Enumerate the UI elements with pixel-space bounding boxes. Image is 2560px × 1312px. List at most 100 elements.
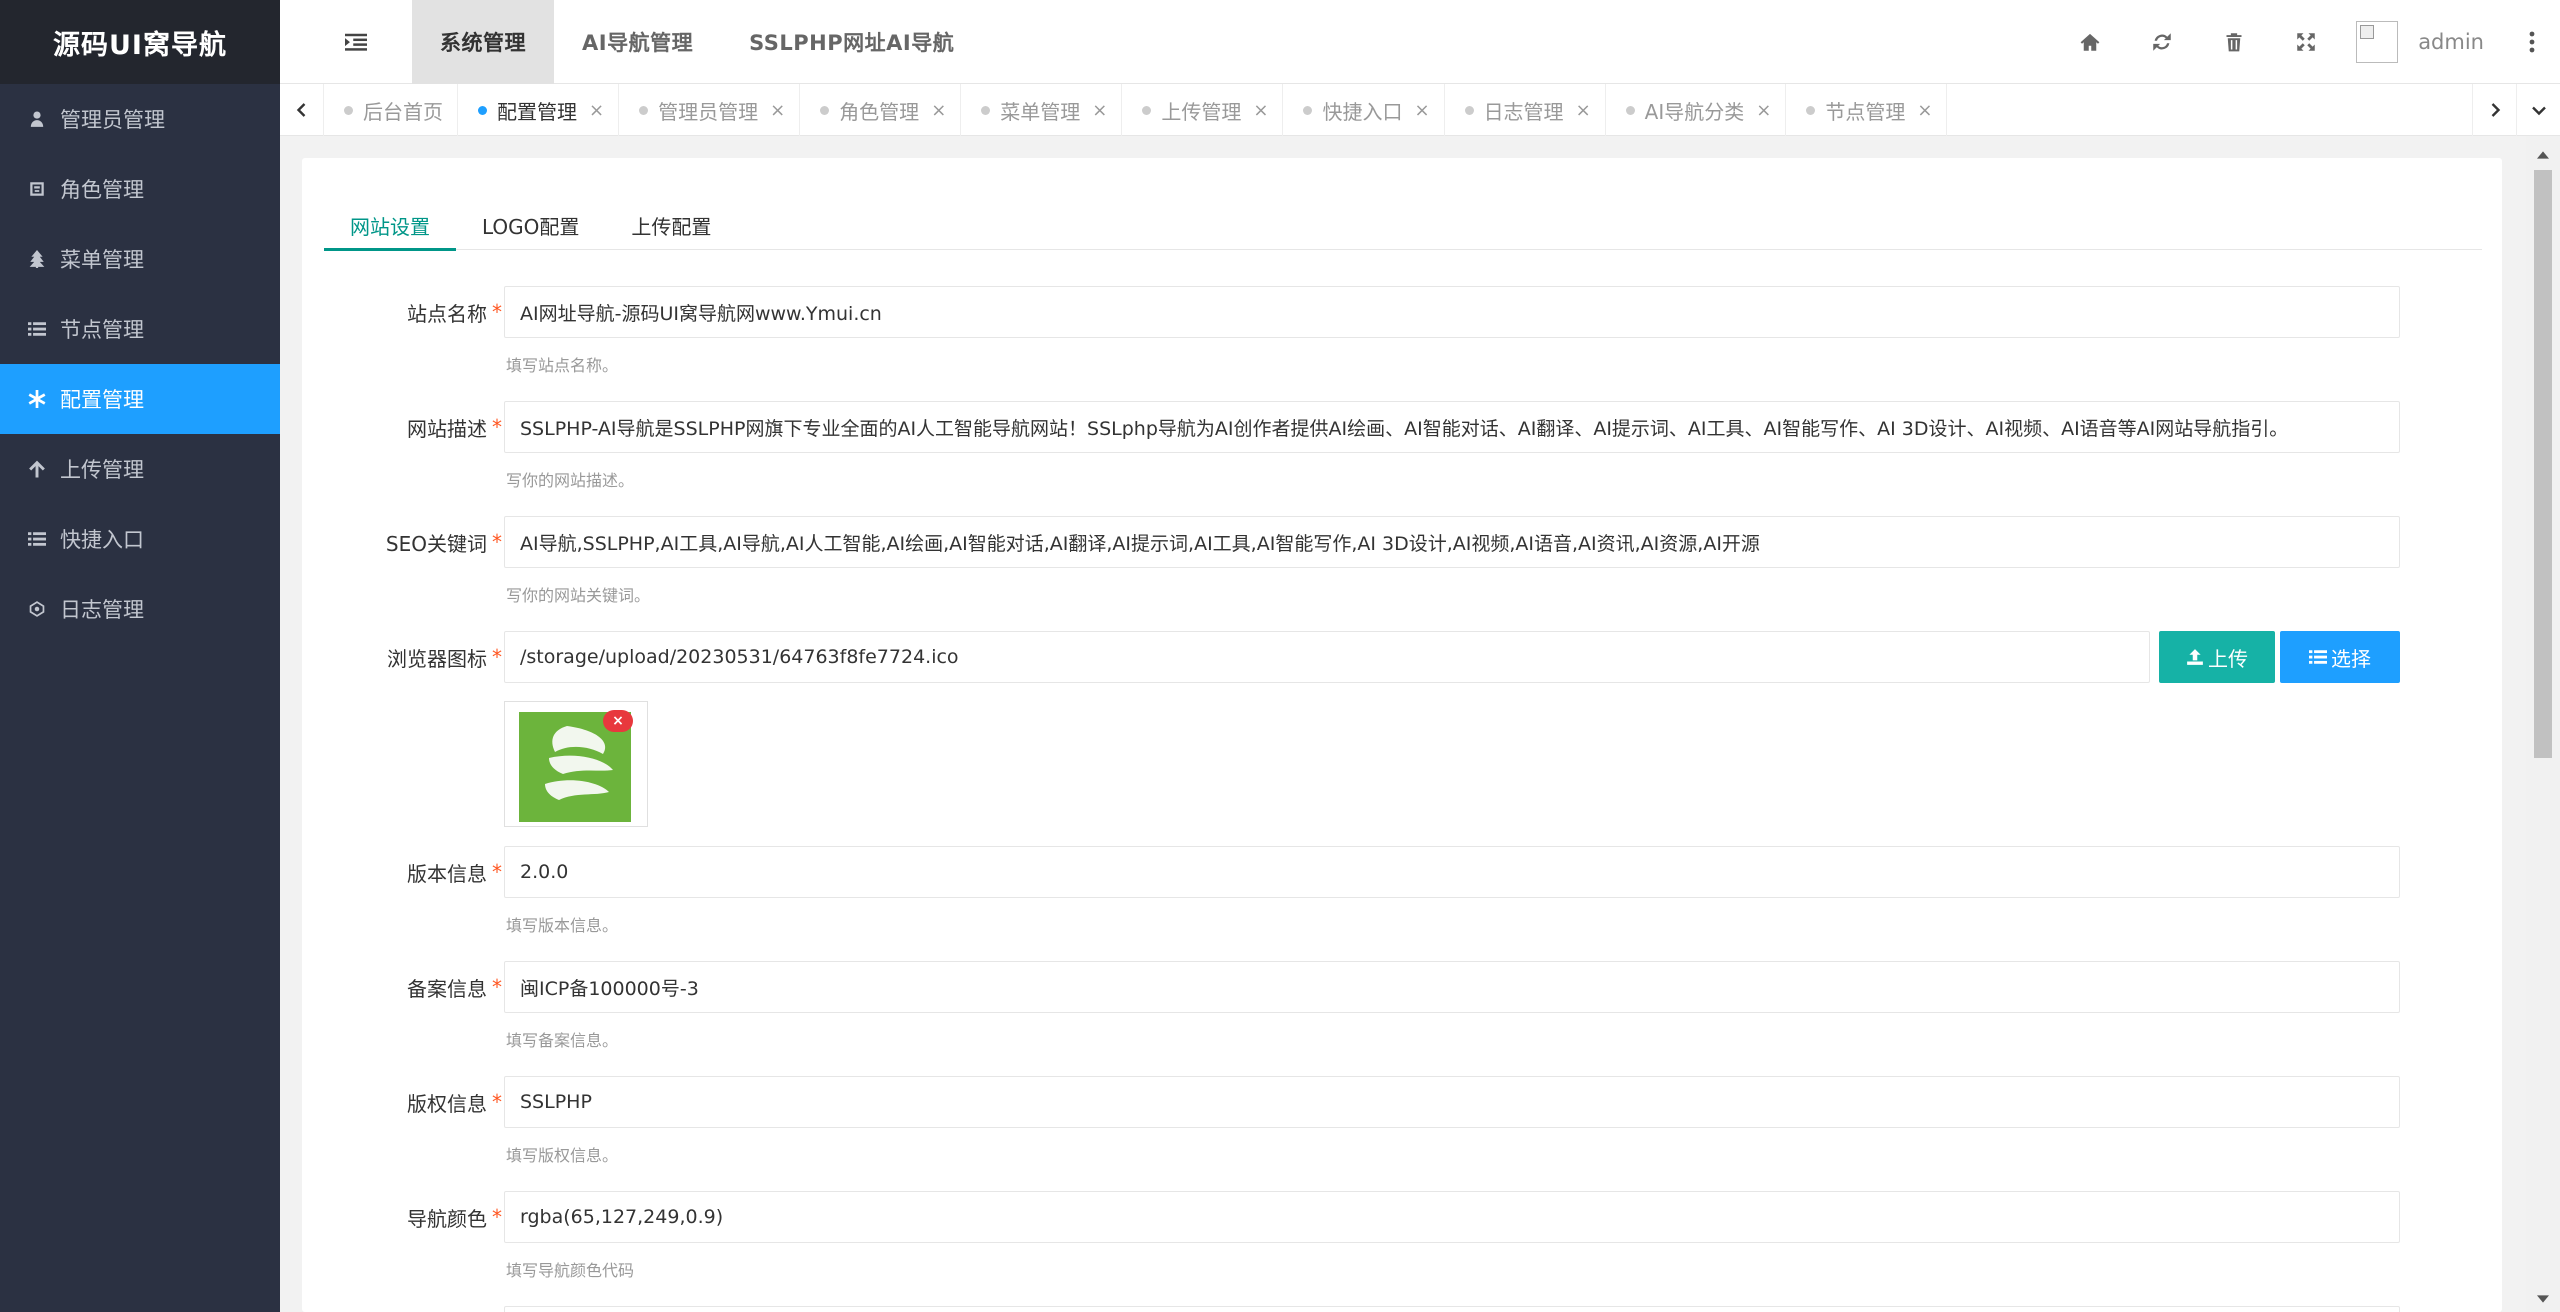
- scroll-down-button[interactable]: [2526, 1286, 2560, 1312]
- sidebar-item-upload[interactable]: 上传管理: [0, 434, 280, 504]
- icp-input[interactable]: [504, 961, 2400, 1013]
- close-icon[interactable]: ×: [1414, 100, 1429, 121]
- tabs-menu-button[interactable]: [2516, 84, 2560, 136]
- select-button[interactable]: 选择: [2280, 631, 2400, 683]
- tabs-scroll-left-button[interactable]: [280, 84, 324, 136]
- top-nav: 系统管理 AI导航管理 SSLPHP网址AI导航: [412, 0, 982, 84]
- config-card: 网站设置 LOGO配置 上传配置 站点名称* 填写站点名称。 网站描述* 写你的…: [302, 158, 2502, 1312]
- home-button[interactable]: [2054, 0, 2126, 84]
- clear-cache-button[interactable]: [2198, 0, 2270, 84]
- top-nav-sslphp[interactable]: SSLPHP网址AI导航: [721, 0, 982, 84]
- sidebar: 源码UI窝导航 管理员管理 角色管理 菜单管理 节点管理 配置管理 上传管理 快…: [0, 0, 280, 1312]
- tab-ai-category[interactable]: AI导航分类 ×: [1606, 84, 1787, 136]
- close-icon[interactable]: ×: [1917, 100, 1932, 121]
- upload-button[interactable]: 上传: [2159, 631, 2275, 683]
- tab-menu[interactable]: 菜单管理 ×: [961, 84, 1123, 136]
- role-icon: [28, 180, 46, 198]
- top-header: 系统管理 AI导航管理 SSLPHP网址AI导航 admin: [280, 0, 2560, 84]
- tab-role[interactable]: 角色管理 ×: [800, 84, 962, 136]
- app-logo[interactable]: 源码UI窝导航: [0, 0, 280, 84]
- required-mark: *: [492, 645, 502, 669]
- tabs-scroll-right-button[interactable]: [2472, 84, 2516, 136]
- tab-dot: [1303, 105, 1313, 115]
- seo-keywords-input[interactable]: [504, 516, 2400, 568]
- required-mark: *: [492, 860, 502, 884]
- sidebar-toggle-button[interactable]: [342, 28, 370, 56]
- close-icon[interactable]: ×: [1253, 100, 1268, 121]
- triangle-down-icon: [2537, 1295, 2549, 1303]
- top-nav-ai-nav[interactable]: AI导航管理: [554, 0, 721, 84]
- copyright-input[interactable]: [504, 1076, 2400, 1128]
- username: admin: [2418, 30, 2484, 54]
- tab-home[interactable]: 后台首页: [324, 84, 458, 136]
- tab-dot: [1464, 105, 1474, 115]
- nav-color-input[interactable]: [504, 1191, 2400, 1243]
- sidebar-item-shortcut[interactable]: 快捷入口: [0, 504, 280, 574]
- page-scrollbar[interactable]: [2526, 136, 2560, 1312]
- list-icon: [2309, 650, 2327, 664]
- tab-node[interactable]: 节点管理 ×: [1786, 84, 1948, 136]
- menu-fold-icon: [345, 33, 367, 51]
- sidebar-item-menu[interactable]: 菜单管理: [0, 224, 280, 294]
- site-name-input[interactable]: [504, 286, 2400, 338]
- fullscreen-button[interactable]: [2270, 0, 2342, 84]
- more-button[interactable]: [2512, 0, 2552, 84]
- tab-dot: [1806, 105, 1816, 115]
- scroll-up-button[interactable]: [2526, 142, 2560, 168]
- site-description-input[interactable]: [504, 401, 2400, 453]
- sidebar-item-label: 快捷入口: [60, 528, 144, 552]
- broken-image-icon: [2360, 25, 2375, 39]
- list-icon: [28, 530, 46, 548]
- tab-label: 管理员管理: [658, 99, 759, 124]
- tab-config[interactable]: 配置管理 ×: [458, 84, 620, 136]
- field-label: 网站描述 *: [407, 415, 502, 441]
- sidebar-item-label: 配置管理: [60, 388, 144, 412]
- tab-dot: [344, 105, 353, 115]
- sidebar-item-admin[interactable]: 管理员管理: [0, 84, 280, 154]
- sidebar-item-log[interactable]: 日志管理: [0, 574, 280, 644]
- tab-admin[interactable]: 管理员管理 ×: [619, 84, 801, 136]
- sidebar-item-role[interactable]: 角色管理: [0, 154, 280, 224]
- tab-dot: [820, 105, 830, 115]
- user-menu[interactable]: admin: [2356, 21, 2484, 63]
- field-help: 填写版本信息。: [506, 916, 619, 935]
- close-icon[interactable]: ×: [1756, 100, 1771, 121]
- scrollbar-thumb[interactable]: [2534, 170, 2552, 758]
- field-help: 写你的网站描述。: [506, 471, 635, 490]
- top-nav-system[interactable]: 系统管理: [412, 0, 554, 84]
- tab-upload-config[interactable]: 上传配置: [605, 200, 737, 250]
- fullscreen-icon: [2297, 33, 2315, 51]
- tab-log[interactable]: 日志管理 ×: [1445, 84, 1606, 136]
- sidebar-item-node[interactable]: 节点管理: [0, 294, 280, 364]
- log-icon: [28, 600, 46, 618]
- next-field-input[interactable]: [504, 1306, 2400, 1312]
- tab-shortcut[interactable]: 快捷入口 ×: [1283, 84, 1445, 136]
- sidebar-item-label: 节点管理: [60, 318, 144, 342]
- close-icon[interactable]: ×: [1092, 100, 1107, 121]
- close-icon[interactable]: ×: [1576, 100, 1591, 121]
- close-icon[interactable]: ×: [589, 100, 604, 121]
- required-mark: *: [492, 1205, 502, 1229]
- tab-upload[interactable]: 上传管理 ×: [1122, 84, 1284, 136]
- tree-icon: [28, 250, 46, 268]
- tab-label: AI导航分类: [1644, 99, 1745, 124]
- tab-logo-config[interactable]: LOGO配置: [456, 200, 605, 250]
- sidebar-item-label: 管理员管理: [60, 108, 165, 132]
- delete-image-button[interactable]: ×: [603, 710, 633, 732]
- field-label: 站点名称 *: [407, 300, 502, 326]
- refresh-button[interactable]: [2126, 0, 2198, 84]
- sidebar-item-config[interactable]: 配置管理: [0, 364, 280, 434]
- sidebar-item-label: 日志管理: [60, 598, 144, 622]
- tab-site-settings[interactable]: 网站设置: [324, 200, 456, 251]
- tab-label: 配置管理: [497, 99, 577, 124]
- close-icon[interactable]: ×: [770, 100, 785, 121]
- field-label: 备案信息 *: [407, 975, 502, 1001]
- close-icon[interactable]: ×: [931, 100, 946, 121]
- arrow-up-icon: [28, 460, 46, 478]
- tab-dot: [478, 105, 487, 115]
- user-icon: [28, 110, 46, 128]
- upload-icon: [2187, 649, 2203, 665]
- version-input[interactable]: [504, 846, 2400, 898]
- home-icon: [2080, 33, 2100, 51]
- favicon-path-input[interactable]: [504, 631, 2150, 683]
